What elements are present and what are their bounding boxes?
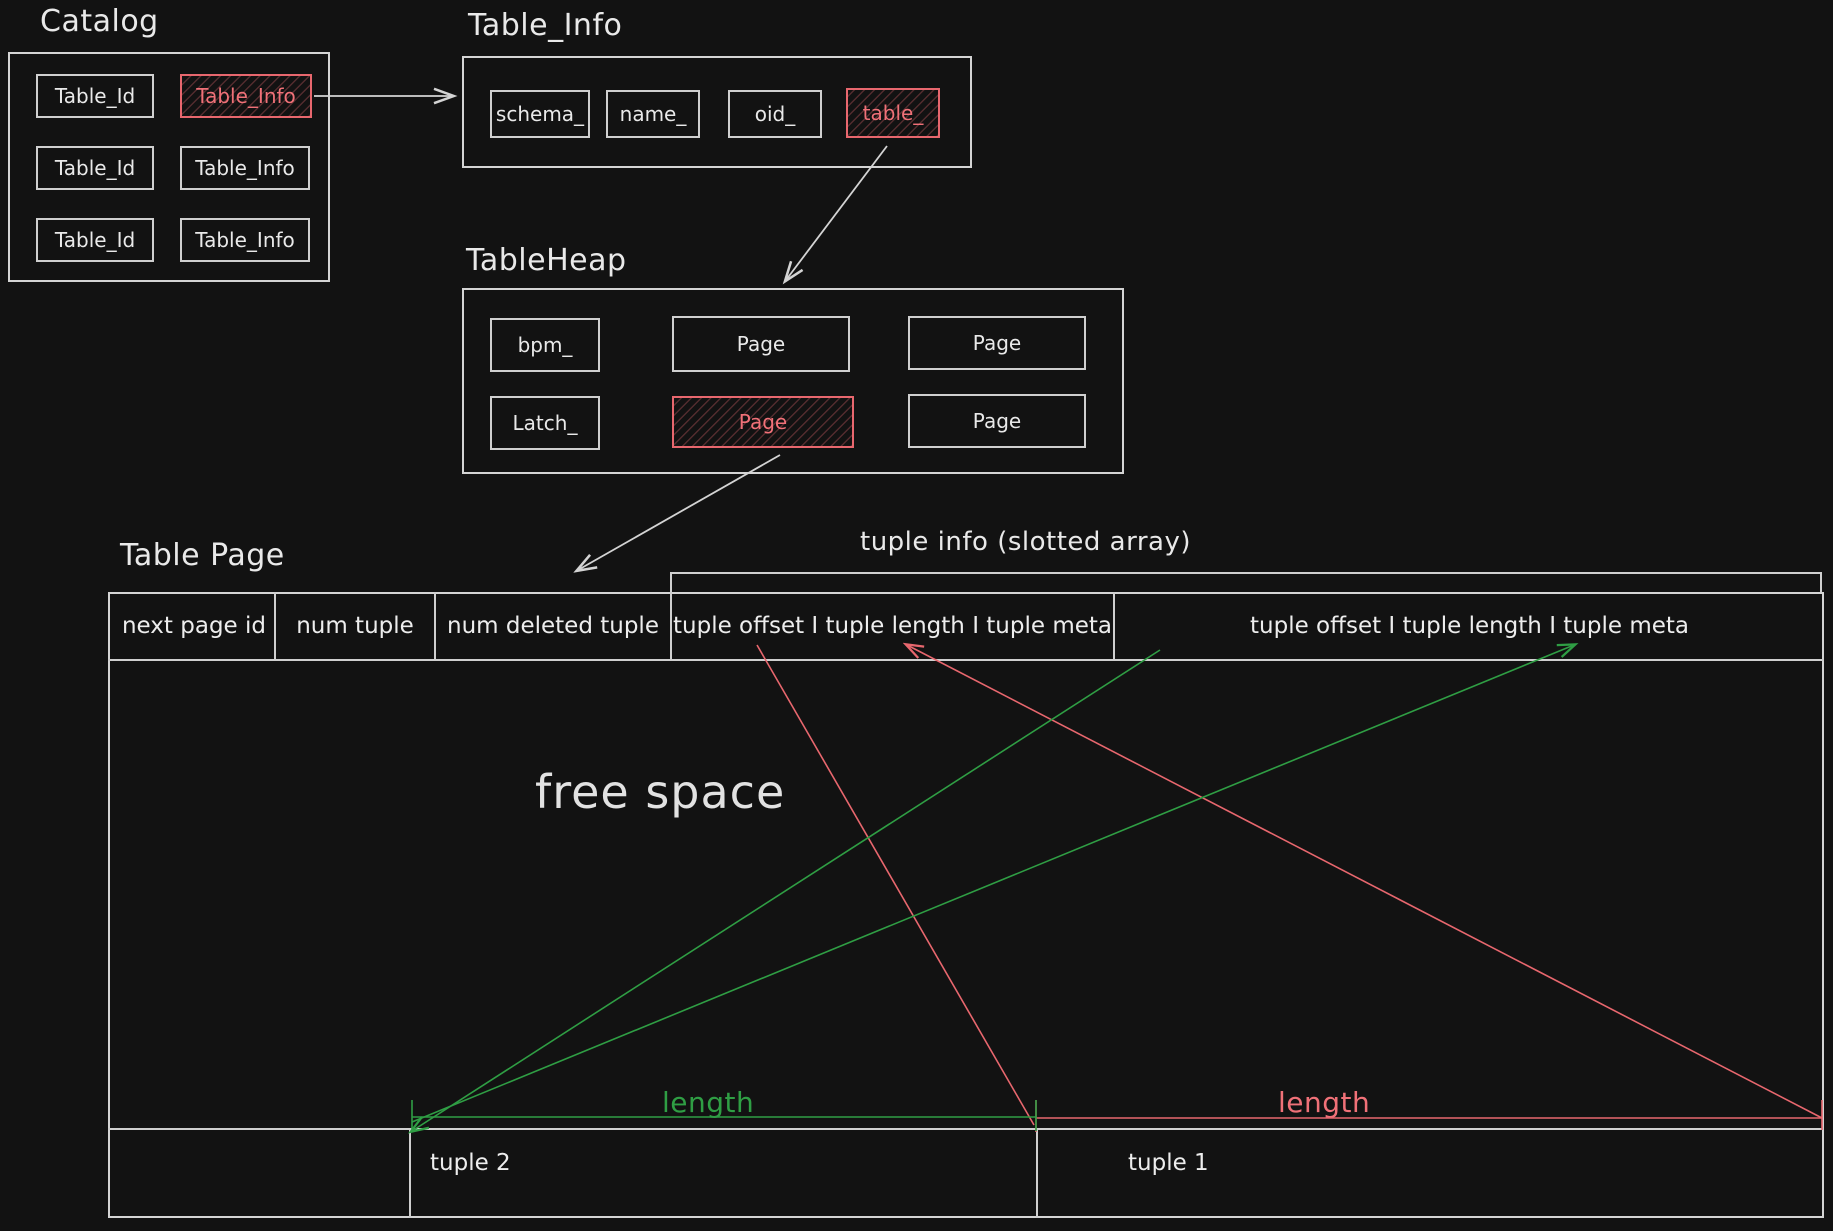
connector-layer xyxy=(314,0,1823,1231)
red-length-leader-1 xyxy=(907,645,1823,1119)
diagram-canvas: Catalog Table_Id Table_Info Table_Id Tab… xyxy=(0,0,1833,1231)
arrow-table-to-tableheap xyxy=(786,145,888,280)
red-offset-leader-1 xyxy=(756,644,1035,1126)
arrow-page-to-table-page xyxy=(578,454,781,570)
green-offset-leader xyxy=(412,649,1161,1131)
green-length-leader xyxy=(411,645,1574,1123)
